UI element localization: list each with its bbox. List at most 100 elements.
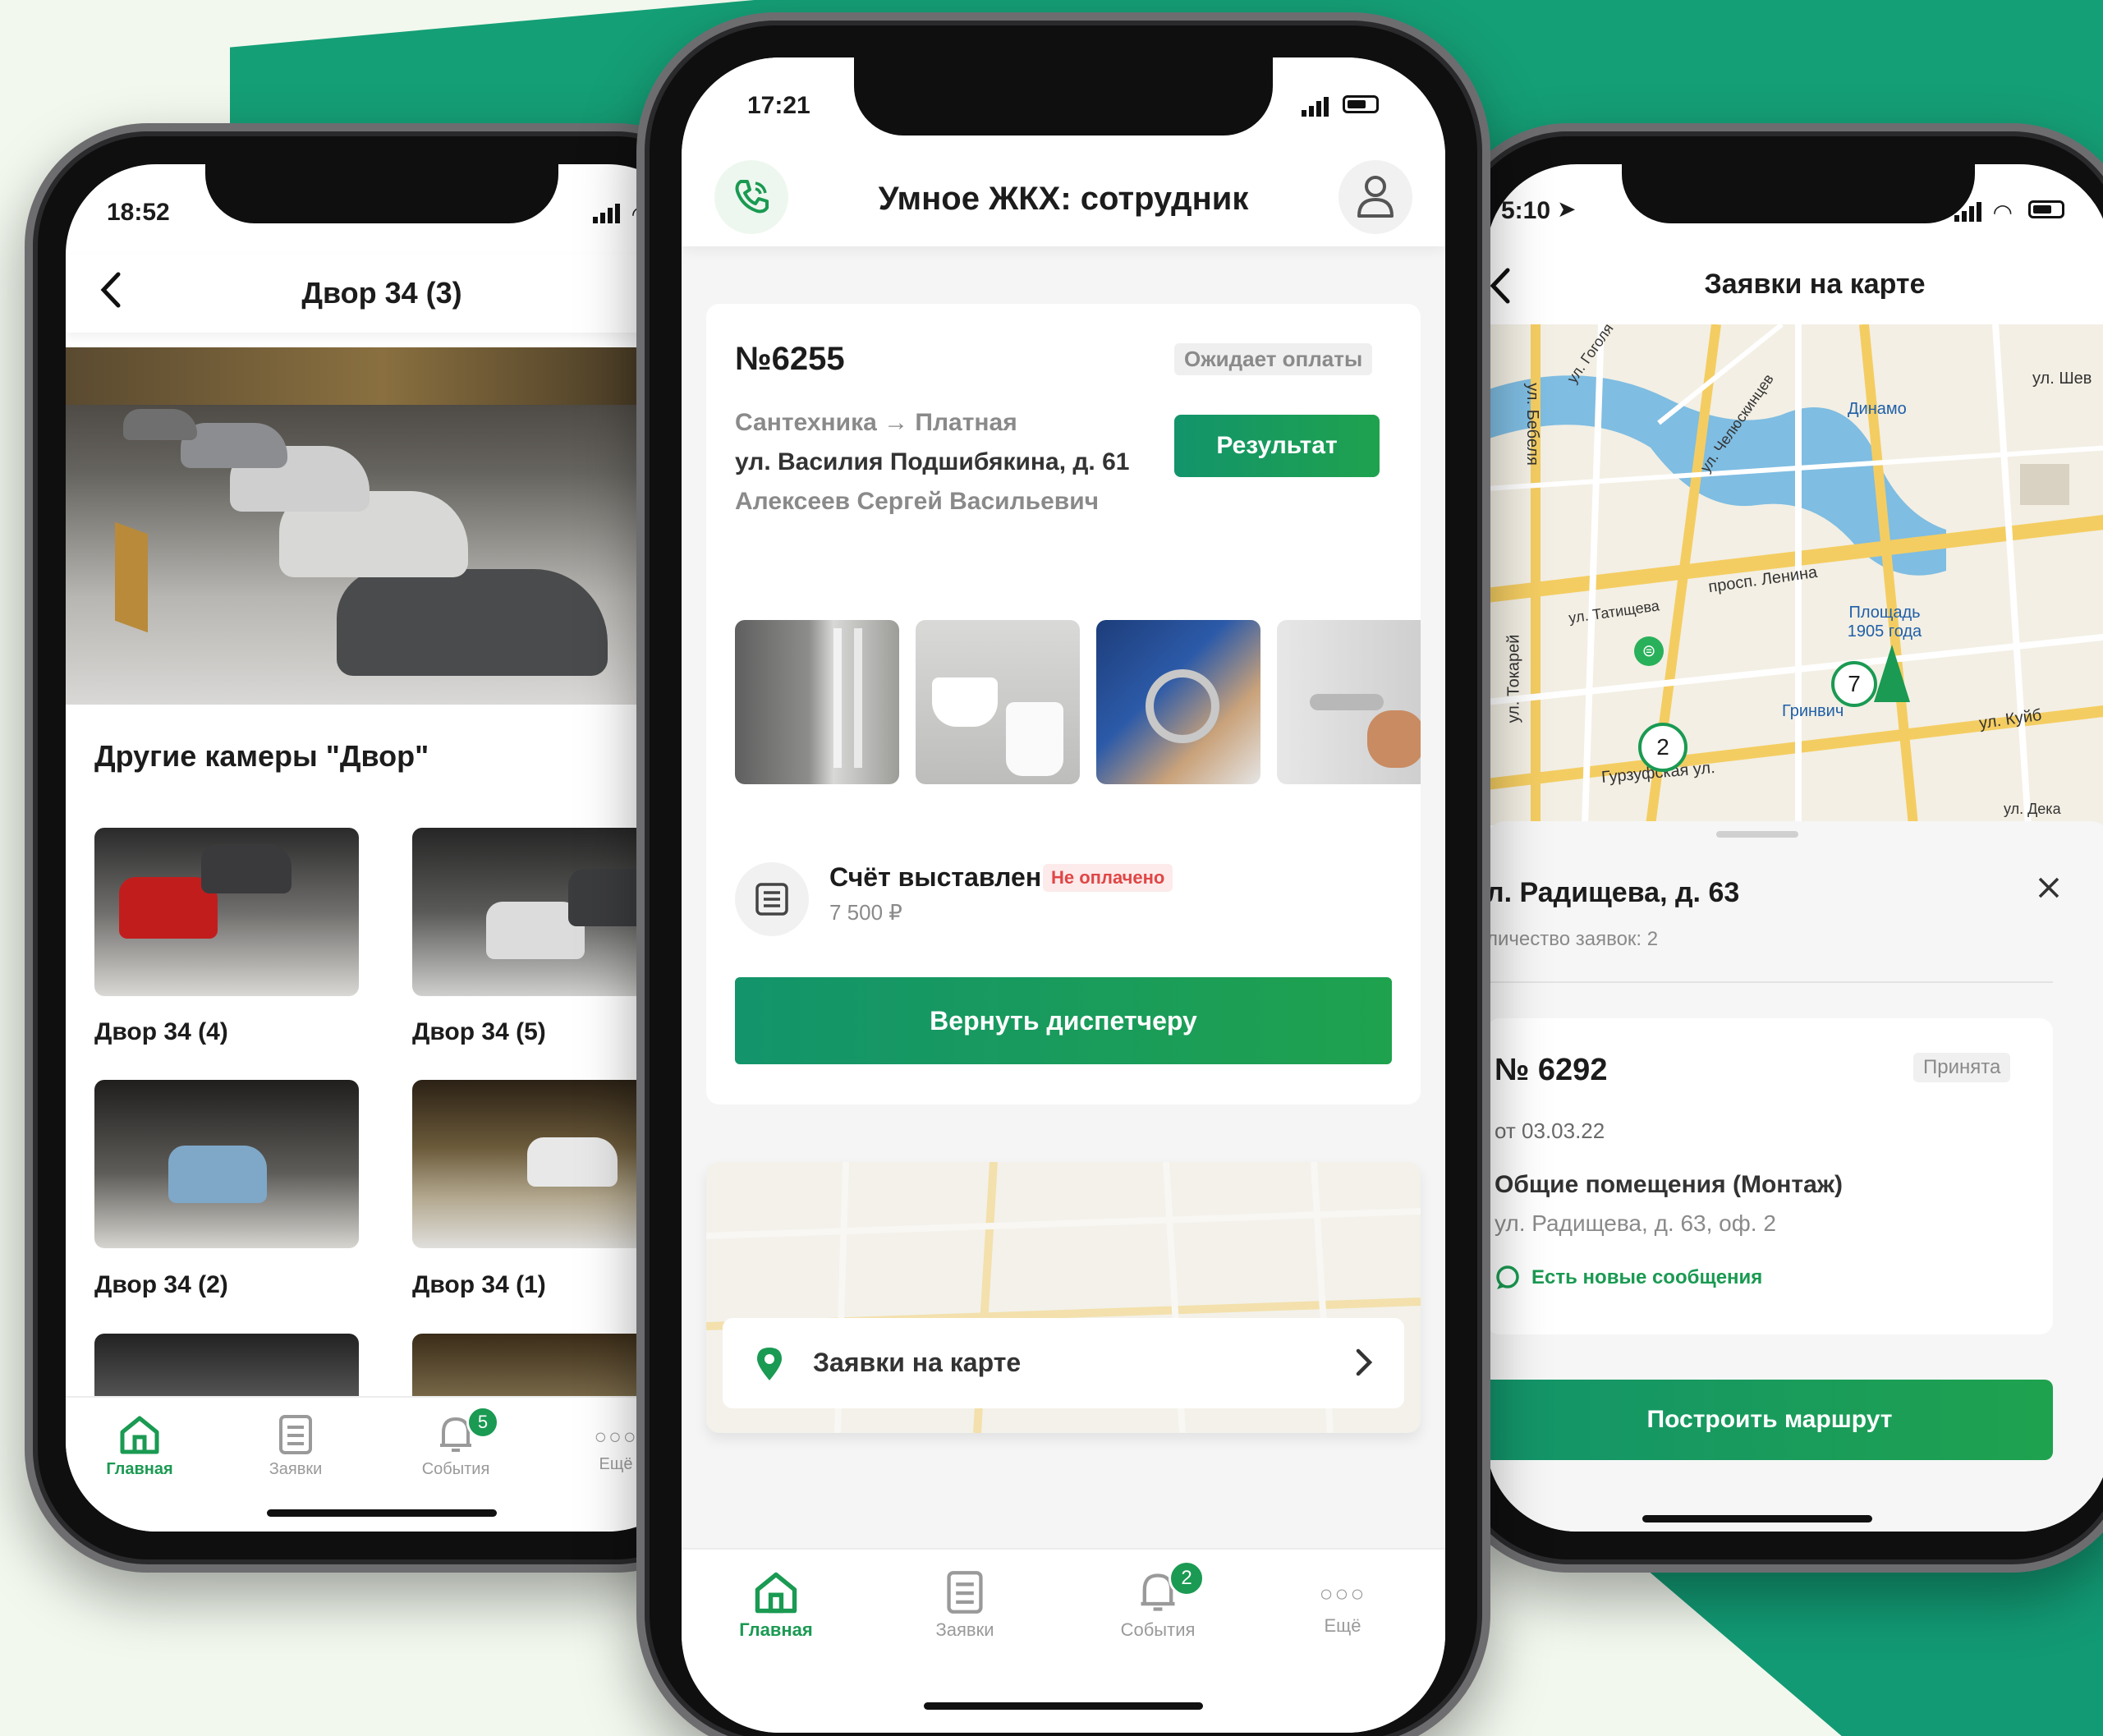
invoice-icon-wrap [735, 862, 809, 936]
sheet-handle[interactable] [1716, 831, 1798, 838]
tab-requests[interactable]: Заявки [246, 1414, 345, 1479]
request-card[interactable]: № 6292 Принята от 03.03.22 Общие помещен… [1486, 1018, 2053, 1334]
user-icon [1357, 176, 1394, 218]
camera-thumb-6[interactable] [94, 1334, 359, 1399]
car [123, 409, 197, 440]
map-label: Гринвич [1782, 702, 1844, 720]
section-title: Другие камеры "Двор" [94, 739, 429, 773]
invoice-title: Счёт выставлен [829, 862, 1042, 892]
order-number: №6255 [735, 341, 845, 377]
order-category: Сантехника → Платная [735, 409, 1017, 436]
battery-icon [1343, 95, 1379, 113]
wifi-icon: ◠ [1994, 200, 2012, 225]
pipe [1310, 694, 1384, 710]
screen-left: 18:52 ◠ Двор 34 (3) ⤢ Другие камеры "Дво… [66, 164, 698, 1532]
map[interactable]: ул. Гоголя ул. Челюскинцев ул. Бебеля Ди… [1486, 324, 2103, 825]
phone-left: 18:52 ◠ Двор 34 (3) ⤢ Другие камеры "Дво… [25, 123, 739, 1573]
document-icon [279, 1415, 312, 1454]
map-poi-icon: ⊜ [1634, 636, 1664, 666]
screen-right: 5:10 ➤ ◠ Заявки на карте ул. Гоголя ул. … [1486, 164, 2103, 1532]
map-label: Динамо [1848, 400, 1907, 418]
tab-bar: Главная Заявки События 5 ○○○ Ещё [66, 1396, 698, 1532]
home-indicator [1642, 1515, 1872, 1522]
status-time: 17:21 [747, 92, 810, 119]
photo-thumbnail-3[interactable] [1096, 620, 1260, 784]
events-badge: 5 [466, 1406, 499, 1439]
tab-events[interactable]: События 2 [1096, 1560, 1219, 1641]
bench [115, 521, 148, 633]
tab-more[interactable]: ○○○ Ещё [1289, 1581, 1396, 1637]
tab-label: Ещё [1324, 1615, 1361, 1636]
map-label: ул. Дека [2004, 801, 2061, 817]
notch [854, 57, 1273, 135]
battery-icon [2028, 200, 2064, 218]
request-date: от 03.03.22 [1495, 1118, 1605, 1143]
status-time: 18:52 [107, 199, 170, 226]
home-indicator [267, 1509, 497, 1517]
map-link-label: Заявки на карте [813, 1348, 1022, 1377]
header: Заявки на карте [1486, 250, 2103, 324]
page-title: Двор 34 (3) [301, 276, 462, 310]
photo-thumbnail-2[interactable] [916, 620, 1080, 784]
order-person: Алексеев Сергей Васильевич [735, 488, 1100, 515]
map-label: ул. Бебеля [1522, 383, 1541, 466]
map-preview-card[interactable]: Заявки на карте [706, 1162, 1421, 1433]
car [527, 1137, 618, 1187]
tab-home[interactable]: Главная [723, 1570, 829, 1641]
photo-thumbnail-1[interactable] [735, 620, 899, 784]
photo-thumbnail-4[interactable] [1277, 620, 1421, 784]
document-icon [947, 1571, 983, 1614]
invoice-amount: 7 500 ₽ [829, 900, 902, 925]
tab-label: Главная [106, 1460, 173, 1478]
sheet-address: л. Радищева, д. 63 [1486, 877, 1740, 908]
close-icon[interactable] [2036, 875, 2061, 904]
new-messages-link[interactable]: Есть новые сообщения [1531, 1266, 1762, 1289]
building-wall [66, 347, 698, 405]
pipe [833, 628, 842, 768]
chat-icon [1495, 1265, 1521, 1295]
toilet [1006, 702, 1063, 776]
tab-label: Заявки [269, 1460, 323, 1478]
tab-requests[interactable]: Заявки [911, 1570, 1018, 1641]
main-camera-feed[interactable]: ⤢ [66, 347, 698, 705]
bottom-sheet: л. Радищева, д. 63 личество заявок: 2 № … [1486, 821, 2103, 1532]
notch [205, 164, 558, 223]
tab-events[interactable]: События 5 [402, 1406, 509, 1479]
requests-count: личество заявок: 2 [1486, 928, 1659, 950]
order-card: №6255 Ожидает оплаты Сантехника → Платна… [706, 304, 1421, 1105]
tab-home[interactable]: Главная [90, 1414, 189, 1479]
map-cluster-2[interactable]: 2 [1638, 723, 1687, 772]
back-icon[interactable] [1488, 265, 1513, 310]
status-badge: Ожидает оплаты [1174, 343, 1373, 375]
route-button[interactable]: Построить маршрут [1486, 1380, 2053, 1460]
camera-thumb-4[interactable] [94, 828, 359, 996]
camera-label-1: Двор 34 (1) [412, 1271, 546, 1298]
pipe [854, 628, 862, 768]
map-cluster-7[interactable]: 7 [1831, 661, 1877, 707]
tab-label: Главная [739, 1619, 813, 1640]
home-indicator [924, 1702, 1203, 1710]
location-arrow-icon: ➤ [1557, 196, 1577, 222]
tab-bar: Главная Заявки События 2 ○○○ Ещё [682, 1548, 1445, 1733]
order-address: ул. Василия Подшибякина, д. 61 [735, 448, 1130, 475]
map-label: ул. Шев [2032, 370, 2092, 388]
result-button[interactable]: Результат [1174, 415, 1380, 477]
status-badge: Принята [1913, 1053, 2011, 1082]
header: Двор 34 (3) [66, 255, 698, 333]
car [201, 844, 292, 893]
camera-thumb-2[interactable] [94, 1080, 359, 1248]
camera-label-2: Двор 34 (2) [94, 1271, 228, 1298]
sink [932, 677, 998, 727]
tab-label: События [421, 1460, 490, 1478]
more-icon: ○○○ [1319, 1581, 1366, 1606]
profile-button[interactable] [1338, 160, 1412, 234]
invoice-icon [755, 883, 788, 916]
car [337, 569, 608, 676]
divider [1486, 981, 2053, 983]
location-pointer-icon [1874, 645, 1910, 702]
hand [1367, 710, 1421, 768]
camera-label-5: Двор 34 (5) [412, 1018, 546, 1045]
return-to-dispatcher-button[interactable]: Вернуть диспетчеру [735, 977, 1392, 1064]
map-label: ул. Токарей [1504, 634, 1523, 723]
map-link-row[interactable]: Заявки на карте [723, 1318, 1404, 1408]
